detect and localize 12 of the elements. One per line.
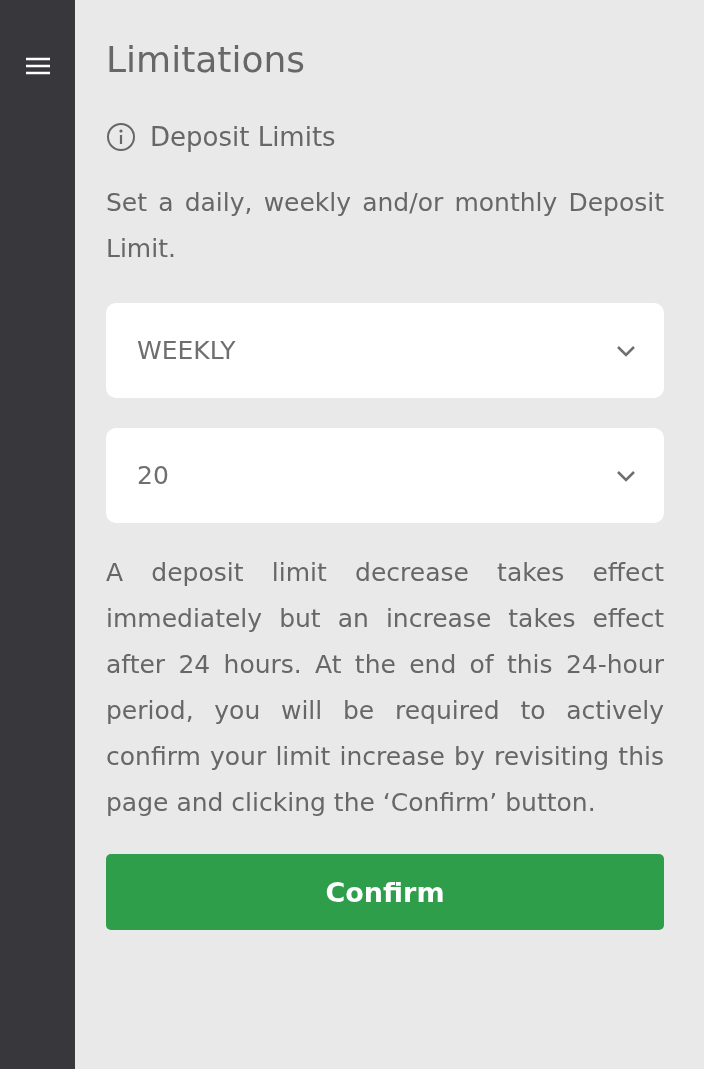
chevron-icon [616,344,636,357]
confirm-button[interactable]: Confirm [106,854,664,930]
info-icon [106,122,136,152]
menu-icon [24,55,51,77]
select-field[interactable]: WEEKLY [106,303,664,398]
select-field[interactable]: 20 [106,428,664,523]
chevron-icon [616,469,636,482]
page-title: Limitations [106,38,307,82]
menu-button[interactable] [24,55,51,77]
intro-text: Set a daily, weekly and/or monthly Deposit Limit. [106,187,664,265]
notice-text: A deposit limit decrease takes effect immediately but an increase takes effect after 24 hours. At the end of this 24-hour period, you will be required to actively confirm your limit increase by revisiting this page and clicking the ‘Confirm’ button. [106,557,664,819]
section-heading: Deposit Limits [150,122,336,152]
